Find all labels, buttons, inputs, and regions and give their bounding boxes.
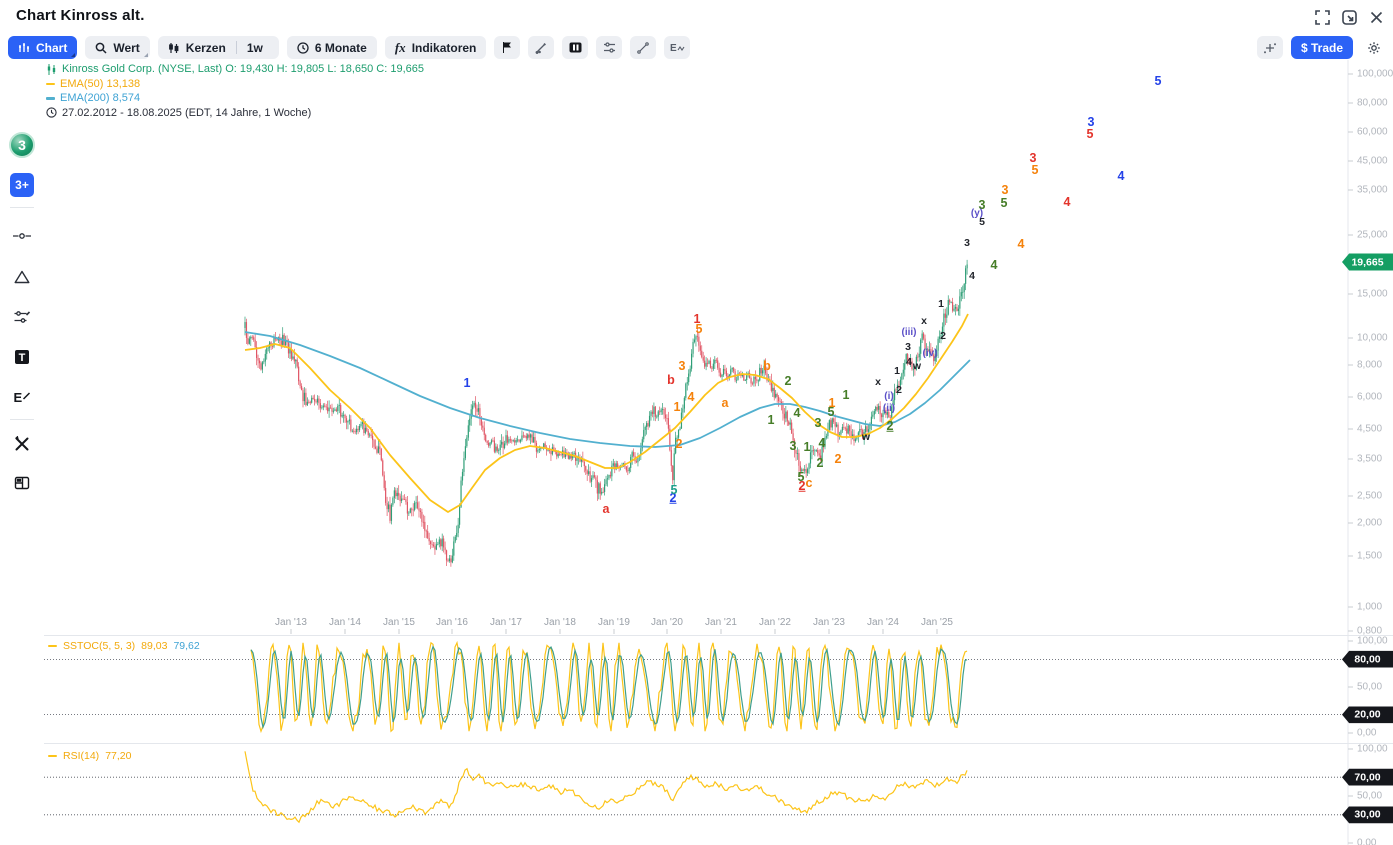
legend-ema50-row: EMA(50) 13,138 [46, 77, 424, 92]
wave-label-a[interactable]: a [722, 397, 729, 410]
sstoc-name: SSTOC(5, 5, 3) [63, 640, 135, 652]
chart-legend: Kinross Gold Corp. (NYSE, Last) O: 19,43… [46, 62, 424, 120]
wave-label-x[interactable]: x [921, 316, 927, 327]
legend-daterange: 27.02.2012 - 18.08.2025 (EDT, 14 Jahre, … [62, 106, 311, 121]
wave-label-w[interactable]: w [862, 432, 870, 443]
wave-label-2[interactable]: 2 [887, 420, 894, 433]
wave-label-4[interactable]: 4 [794, 407, 801, 420]
wave-label-1[interactable]: 1 [804, 441, 811, 454]
wave-label-4[interactable]: 4 [969, 271, 975, 282]
legend-ema50: EMA(50) 13,138 [60, 77, 140, 92]
wave-label-3[interactable]: 3 [1002, 184, 1009, 197]
rsi-label-row: RSI(14) 77,20 [48, 750, 131, 762]
legend-ema200-row: EMA(200) 8,574 [46, 91, 424, 106]
ema200-swatch [46, 97, 55, 100]
wave-label-4[interactable]: 4 [688, 391, 695, 404]
wave-label-4[interactable]: 4 [1064, 196, 1071, 209]
wave-label-c[interactable]: c [806, 477, 813, 490]
legend-symbol-ohlc: Kinross Gold Corp. (NYSE, Last) O: 19,43… [62, 62, 424, 77]
wave-label-5[interactable]: 5 [671, 484, 678, 497]
wave-label-b[interactable]: b [763, 360, 771, 373]
wave-label-1[interactable]: 1 [768, 414, 775, 427]
wave-label-ii[interactable]: (ii) [883, 404, 895, 414]
wave-label-2[interactable]: 2 [896, 385, 902, 396]
wave-label-4[interactable]: 4 [1118, 170, 1125, 183]
sstoc-k-value: 89,03 [141, 640, 167, 652]
wave-label-w[interactable]: w [913, 361, 921, 372]
sstoc-d-value: 79,62 [173, 640, 199, 652]
sstoc-swatch [48, 645, 57, 648]
wave-label-4[interactable]: 4 [906, 357, 912, 368]
wave-label-3[interactable]: 3 [815, 417, 822, 430]
wave-label-1[interactable]: 1 [464, 377, 471, 390]
wave-label-i[interactable]: (i) [884, 392, 893, 402]
wave-label-y[interactable]: (y) [971, 209, 983, 219]
wave-label-5[interactable]: 5 [798, 471, 805, 484]
wave-label-1[interactable]: 1 [674, 401, 681, 414]
wave-label-3[interactable]: 3 [905, 342, 911, 353]
wave-label-a[interactable]: a [603, 503, 610, 516]
wave-label-4[interactable]: 4 [819, 437, 826, 450]
legend-ema200: EMA(200) 8,574 [60, 91, 140, 106]
wave-label-2[interactable]: 2 [817, 457, 824, 470]
wave-label-2[interactable]: 2 [835, 453, 842, 466]
wave-label-4[interactable]: 4 [991, 259, 998, 272]
chart-canvas[interactable] [0, 0, 1393, 845]
legend-daterange-row: 27.02.2012 - 18.08.2025 (EDT, 14 Jahre, … [46, 106, 424, 121]
wave-label-x[interactable]: x [875, 377, 881, 388]
wave-label-5[interactable]: 5 [1001, 197, 1008, 210]
wave-label-5[interactable]: 5 [1087, 128, 1094, 141]
wave-label-iv[interactable]: (iv) [923, 349, 938, 359]
rsi-swatch [48, 755, 57, 758]
wave-label-1[interactable]: 1 [894, 366, 900, 377]
candles-icon [46, 64, 57, 75]
wave-label-2[interactable]: 2 [676, 438, 683, 451]
ema50-swatch [46, 83, 55, 86]
wave-label-5[interactable]: 5 [1155, 75, 1162, 88]
wave-label-1[interactable]: 1 [843, 389, 850, 402]
legend-symbol-row: Kinross Gold Corp. (NYSE, Last) O: 19,43… [46, 62, 424, 77]
wave-label-iii[interactable]: (iii) [902, 328, 917, 338]
wave-label-1[interactable]: 1 [938, 299, 944, 310]
wave-label-5[interactable]: 5 [696, 323, 703, 336]
wave-label-3[interactable]: 3 [790, 440, 797, 453]
clock-icon [46, 107, 57, 118]
wave-label-b[interactable]: b [667, 374, 675, 387]
rsi-name: RSI(14) [63, 750, 99, 762]
wave-label-5[interactable]: 5 [1032, 164, 1039, 177]
wave-label-2[interactable]: 2 [940, 331, 946, 342]
wave-label-5[interactable]: 5 [828, 406, 835, 419]
wave-label-3[interactable]: 3 [679, 360, 686, 373]
rsi-value: 77,20 [105, 750, 131, 762]
sstoc-label-row: SSTOC(5, 5, 3) 89,03 79,62 [48, 640, 200, 652]
wave-label-2[interactable]: 2 [785, 375, 792, 388]
chart-window: Chart Kinross alt. Chart Wert [0, 0, 1393, 845]
wave-label-3[interactable]: 3 [964, 238, 970, 249]
wave-label-4[interactable]: 4 [1018, 238, 1025, 251]
